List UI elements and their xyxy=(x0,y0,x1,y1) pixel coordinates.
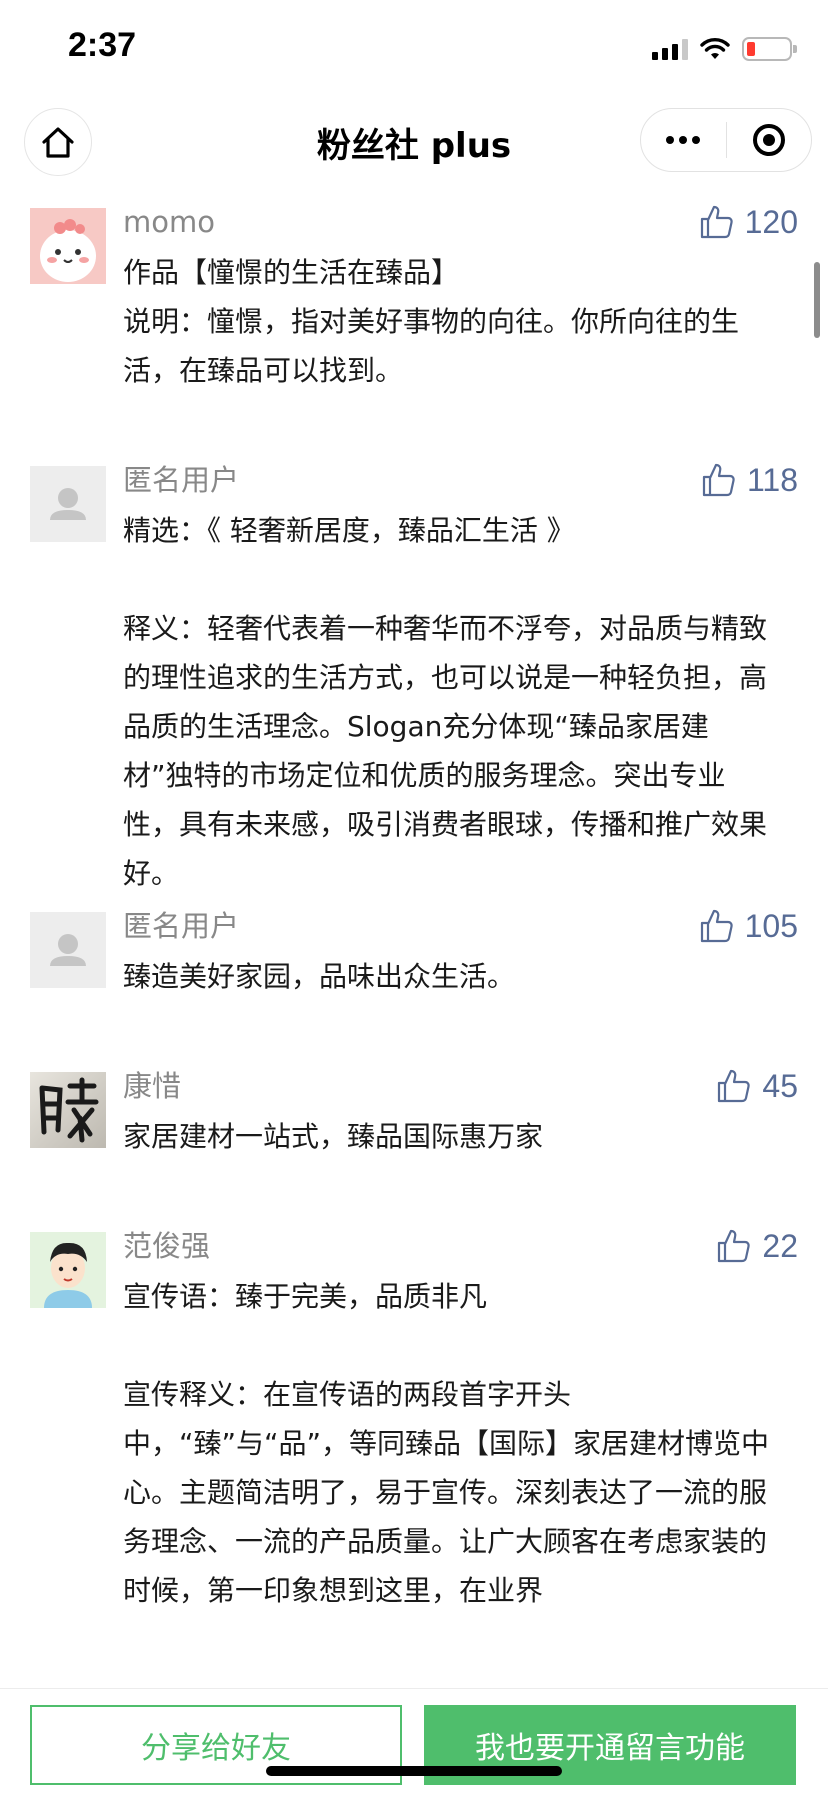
comment-paragraph: 释义：轻奢代表着一种奢华而不浮夸，对品质与精致的理性追求的生活方式，也可以说是一… xyxy=(123,612,768,890)
comment-author: 匿名用户 xyxy=(123,463,240,497)
like-count: 105 xyxy=(744,908,798,944)
comment-paragraph: 说明：憧憬，指对美好事物的向往。你所向往的生活，在臻品可以找到。 xyxy=(123,305,740,387)
comment-author: 匿名用户 xyxy=(123,909,240,943)
like-count: 22 xyxy=(762,1228,798,1264)
thumbs-up-icon xyxy=(700,909,733,943)
like-button[interactable]: 118 xyxy=(701,458,798,502)
mini-program-capsule xyxy=(640,108,812,172)
like-count: 120 xyxy=(744,204,798,240)
wifi-icon xyxy=(700,38,730,59)
battery-icon xyxy=(742,37,797,61)
cellular-signal-icon xyxy=(652,38,688,60)
comment-paragraph: 精选：《 轻奢新居度，臻品汇生活 》 xyxy=(123,514,575,547)
home-indicator[interactable] xyxy=(266,1766,562,1776)
comment-item: 匿名用户 118 精选：《 轻奢新居度，臻品汇生活 》 释义：轻奢代表着一种奢华… xyxy=(0,458,828,904)
comment-content: 精选：《 轻奢新居度，臻品汇生活 》 释义：轻奢代表着一种奢华而不浮夸，对品质与… xyxy=(123,458,778,898)
comment-item: 康惜 45 家居建材一站式，臻品国际惠万家 xyxy=(0,1064,828,1224)
cartoon-boy-avatar-icon xyxy=(30,1232,106,1308)
comment-item: 范俊强 22 宣传语：臻于完美，品质非凡 宣传释义：在宣传语的两段首字开头中，“… xyxy=(0,1224,828,1644)
comment-item: 匿名用户 105 臻造美好家园，品味出众生活。 xyxy=(0,904,828,1064)
thumbs-up-icon xyxy=(718,1069,751,1103)
avatar xyxy=(30,912,106,988)
comment-paragraph: 家居建材一站式，臻品国际惠万家 xyxy=(123,1120,544,1153)
thumbs-up-icon xyxy=(702,463,735,497)
close-program-button[interactable] xyxy=(727,109,812,171)
status-icons xyxy=(652,34,797,64)
comment-author: 范俊强 xyxy=(123,1229,211,1263)
comment-paragraph xyxy=(123,555,778,604)
avatar xyxy=(30,208,106,284)
calligraphy-avatar-icon xyxy=(30,1072,106,1148)
avatar xyxy=(30,1072,106,1148)
comment-paragraph xyxy=(123,1321,778,1370)
thumbs-up-icon xyxy=(700,205,733,239)
like-button[interactable]: 105 xyxy=(699,904,798,948)
comment-paragraph: 臻造美好家园，品味出众生活。 xyxy=(123,960,516,993)
like-button[interactable]: 22 xyxy=(716,1224,798,1268)
comment-author: momo xyxy=(123,205,215,239)
more-dots-icon xyxy=(666,136,701,144)
default-user-avatar-icon xyxy=(30,466,106,542)
more-button[interactable] xyxy=(641,109,726,171)
like-button[interactable]: 45 xyxy=(716,1064,798,1108)
nav-bar: 粉丝社 plus xyxy=(0,100,828,184)
comment-content: 宣传语：臻于完美，品质非凡 宣传释义：在宣传语的两段首字开头中，“臻”与“品”，… xyxy=(123,1224,778,1615)
comment-content: 作品【憧憬的生活在臻品】 说明：憧憬，指对美好事物的向往。你所向往的生活，在臻品… xyxy=(123,200,778,395)
comment-paragraph: 作品【憧憬的生活在臻品】 xyxy=(123,256,460,289)
comment-author: 康惜 xyxy=(123,1069,182,1103)
default-user-avatar-icon xyxy=(30,912,106,988)
like-count: 45 xyxy=(762,1068,798,1104)
avatar xyxy=(30,1232,106,1308)
avatar xyxy=(30,466,106,542)
comment-list: momo 120 作品【憧憬的生活在臻品】 说明：憧憬，指对美好事物的向往。你所… xyxy=(0,200,828,1644)
status-bar: 2:37 xyxy=(0,0,828,100)
status-time: 2:37 xyxy=(68,26,137,64)
target-icon xyxy=(752,124,785,156)
comment-paragraph: 宣传语：臻于完美，品质非凡 xyxy=(123,1280,488,1313)
like-button[interactable]: 120 xyxy=(699,200,798,244)
like-count: 118 xyxy=(746,462,798,498)
comment-paragraph: 宣传释义：在宣传语的两段首字开头中，“臻”与“品”，等同臻品【国际】家居建材博览… xyxy=(123,1378,770,1607)
bottom-action-bar: 分享给好友 我也要开通留言功能 xyxy=(0,1688,828,1793)
thumbs-up-icon xyxy=(718,1229,751,1263)
comment-content: 家居建材一站式，臻品国际惠万家 xyxy=(123,1064,778,1161)
pink-cartoon-avatar-icon xyxy=(30,208,106,284)
comment-item: momo 120 作品【憧憬的生活在臻品】 说明：憧憬，指对美好事物的向往。你所… xyxy=(0,200,828,458)
